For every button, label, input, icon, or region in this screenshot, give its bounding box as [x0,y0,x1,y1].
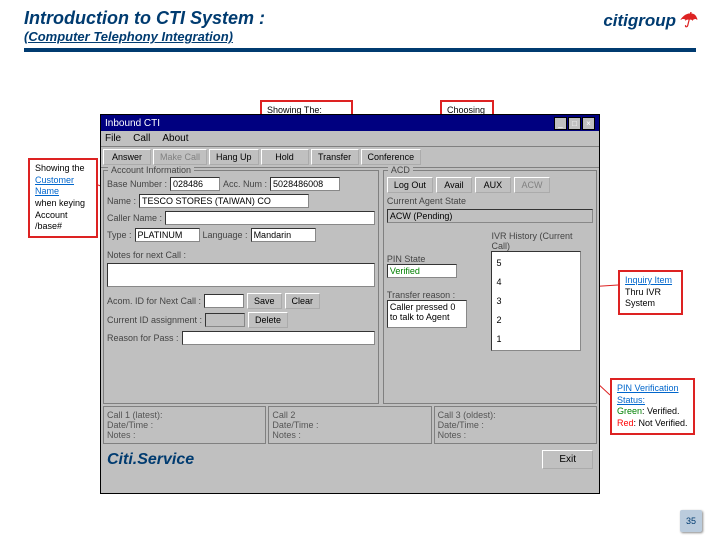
list-item: 1 [496,334,576,344]
hangup-button[interactable]: Hang Up [209,149,259,165]
brand-text: Citi.Service [107,451,194,469]
hold-button[interactable]: Hold [261,149,309,165]
ivr-history-list: 5 4 3 2 1 [491,251,581,351]
maximize-button[interactable]: □ [568,117,581,130]
label: Base Number : [107,179,167,189]
minimize-button[interactable]: _ [554,117,567,130]
call-1-panel: Call 1 (latest): Date/Time : Notes : [103,406,266,444]
call-2-panel: Call 2 Date/Time : Notes : [268,406,431,444]
panel-title: ACD [388,165,413,175]
delete-button[interactable]: Delete [248,312,288,328]
acd-panel: ACD Log Out Avail AUX ACW Current Agent … [383,170,597,404]
account-info-panel: Account Information Base Number : 028486… [103,170,379,404]
cti-window: Inbound CTI _ □ × File Call About Answer… [100,114,600,494]
label: Acc. Num : [223,179,267,189]
slide-title: Introduction to CTI System : [24,8,265,29]
umbrella-icon: ☂ [678,8,696,33]
transfer-reason-field: Caller pressed 0 to talk to Agent [387,300,467,328]
label: Current ID assignment : [107,315,202,325]
answer-button[interactable]: Answer [103,149,151,165]
page-number: 35 [680,510,702,532]
notes-textarea[interactable] [107,263,375,287]
avail-button[interactable]: Avail [436,177,472,193]
list-item: 4 [496,277,576,287]
citigroup-logo: citigroup☂ [603,8,696,33]
current-id-field [205,313,245,327]
language-select[interactable]: Mandarin [251,228,316,242]
menu-about[interactable]: About [162,133,188,144]
save-button[interactable]: Save [247,293,282,309]
label: Name : [107,196,136,206]
transfer-button[interactable]: Transfer [311,149,359,165]
exit-button[interactable]: Exit [542,450,593,469]
label: Type : [107,230,132,240]
callout-pin-status: PIN Verification Status: Green: Verified… [610,378,695,435]
list-item: 3 [496,296,576,306]
acw-button[interactable]: ACW [514,177,550,193]
label: PIN State [387,254,489,264]
panel-title: Account Information [108,165,194,175]
label: Reason for Pass : [107,333,179,343]
reason-select[interactable] [182,331,375,345]
caller-name-input[interactable] [165,211,375,225]
makecall-button[interactable]: Make Call [153,149,207,165]
clear-button[interactable]: Clear [285,293,321,309]
call-3-panel: Call 3 (oldest): Date/Time : Notes : [434,406,597,444]
pin-state-field: Verified [387,264,457,278]
label: Acom. ID for Next Call : [107,296,201,306]
label: Language : [203,230,248,240]
conference-button[interactable]: Conference [361,149,422,165]
agent-state-field: ACW (Pending) [387,209,593,223]
name-input[interactable]: TESCO STORES (TAIWAN) CO [139,194,309,208]
divider [24,48,696,52]
aux-button[interactable]: AUX [475,177,511,193]
callout-inquiry-ivr: Inquiry Item Thru IVR System [618,270,683,315]
label: Transfer reason : [387,290,489,300]
label: Notes for next Call : [107,250,186,260]
close-button[interactable]: × [582,117,595,130]
base-number-input[interactable]: 028486 [170,177,220,191]
menubar: File Call About [101,131,599,147]
label: IVR History (Current Call) [491,231,593,251]
titlebar: Inbound CTI _ □ × [101,115,599,131]
menu-file[interactable]: File [105,133,121,144]
logout-button[interactable]: Log Out [387,177,433,193]
menu-call[interactable]: Call [133,133,150,144]
acom-id-input[interactable] [204,294,244,308]
label: Caller Name : [107,213,162,223]
acc-num-input[interactable]: 5028486008 [270,177,340,191]
label: Current Agent State [387,196,466,206]
list-item: 2 [496,315,576,325]
callout-customer-name: Showing the Customer Name when keying Ac… [28,158,98,238]
slide-subtitle: (Computer Telephony Integration) [24,29,265,44]
type-input[interactable]: PLATINUM [135,228,200,242]
list-item: 5 [496,258,576,268]
